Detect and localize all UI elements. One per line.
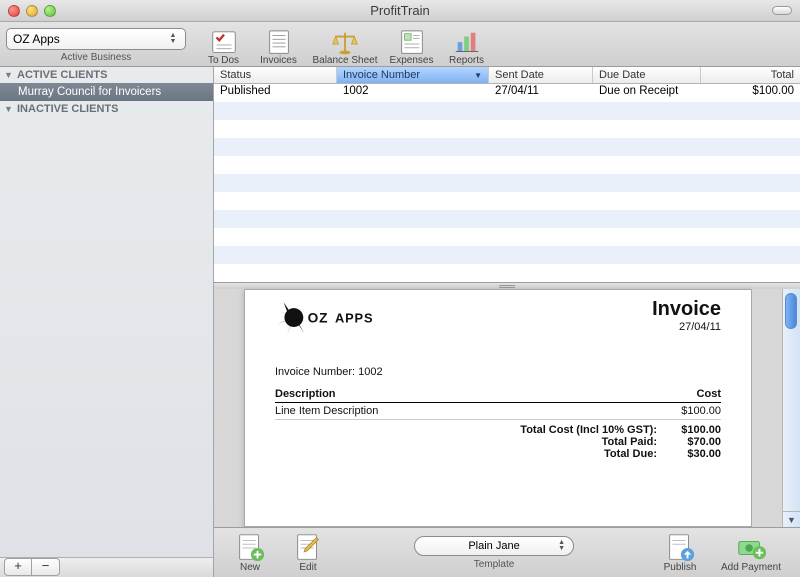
toolbar-todos-button[interactable]: To Dos (196, 24, 251, 66)
remove-client-button[interactable]: − (32, 558, 60, 576)
company-logo: OZ APPS (275, 298, 395, 338)
invoice-preview-page: OZ APPS Invoice 27/04/11 Invoice Number:… (244, 289, 752, 527)
column-header-status[interactable]: Status (214, 67, 337, 83)
svg-text:OZ: OZ (308, 311, 329, 326)
disclosure-triangle-icon: ▼ (4, 70, 14, 80)
toolbar-btn-label: Reports (449, 55, 484, 66)
new-document-icon (234, 532, 266, 562)
invoice-preview-pane: OZ APPS Invoice 27/04/11 Invoice Number:… (214, 289, 800, 527)
svg-text:APPS: APPS (335, 311, 373, 326)
preview-vertical-scrollbar[interactable]: ▼ (782, 289, 800, 527)
invoice-number-label: Invoice Number: 1002 (275, 366, 721, 378)
expenses-icon (397, 29, 427, 55)
scale-icon (330, 29, 360, 55)
table-row[interactable]: Published 1002 27/04/11 Due on Receipt $… (214, 84, 800, 102)
group-title: INACTIVE CLIENTS (17, 103, 118, 115)
group-title: ACTIVE CLIENTS (17, 69, 107, 81)
sidebar-group-inactive-clients[interactable]: ▼ INACTIVE CLIENTS (0, 101, 213, 117)
active-business-label: Active Business (61, 52, 132, 63)
toolbar-invoices-button[interactable]: Invoices (251, 24, 306, 66)
toolbar-btn-label: To Dos (208, 55, 239, 66)
client-item[interactable]: Murray Council for Invoicers (0, 83, 213, 101)
column-header-due-date[interactable]: Due Date (593, 67, 701, 83)
close-window-button[interactable] (8, 5, 20, 17)
template-select[interactable]: Plain Jane ▲▼ (414, 536, 574, 556)
toolbar-btn-label: Invoices (260, 55, 297, 66)
checklist-icon (209, 29, 239, 55)
edit-document-icon (292, 532, 324, 562)
scrollbar-thumb[interactable] (785, 293, 797, 329)
invoice-date: 27/04/11 (652, 321, 721, 333)
toolbar-btn-label: Expenses (390, 55, 434, 66)
add-client-button[interactable]: + (4, 558, 32, 576)
column-header-total[interactable]: Total (701, 67, 800, 83)
toolbar-btn-label: Balance Sheet (312, 55, 377, 66)
dropdown-caret-icon: ▲▼ (167, 32, 179, 46)
toolbar-reports-button[interactable]: Reports (439, 24, 494, 66)
template-select-label: Template (474, 559, 515, 570)
barchart-icon (452, 29, 482, 55)
active-business-select[interactable]: OZ Apps ▲▼ (6, 28, 186, 50)
client-sidebar: ▼ ACTIVE CLIENTS Murray Council for Invo… (0, 67, 214, 577)
line-item-header-cost: Cost (597, 386, 721, 403)
toolbar-balance-sheet-button[interactable]: Balance Sheet (306, 24, 384, 66)
minimize-window-button[interactable] (26, 5, 38, 17)
invoice-title: Invoice (652, 298, 721, 321)
invoice-icon (264, 29, 294, 55)
invoice-action-bar: New Edit Plain Jane ▲▼ Template (214, 527, 800, 577)
toolbar: OZ Apps ▲▼ Active Business To Dos Invoic… (0, 22, 800, 67)
title-bar: ProfitTrain (0, 0, 800, 22)
scroll-down-button[interactable]: ▼ (783, 511, 800, 527)
new-invoice-button[interactable]: New (224, 532, 276, 573)
column-header-invoice-number[interactable]: Invoice Number ▼ (337, 67, 489, 83)
toolbar-expenses-button[interactable]: Expenses (384, 24, 439, 66)
zoom-window-button[interactable] (44, 5, 56, 17)
column-header-sent-date[interactable]: Sent Date (489, 67, 593, 83)
window-title: ProfitTrain (370, 3, 429, 18)
publish-invoice-button[interactable]: Publish (654, 532, 706, 573)
sidebar-group-active-clients[interactable]: ▼ ACTIVE CLIENTS (0, 67, 213, 83)
edit-invoice-button[interactable]: Edit (282, 532, 334, 573)
publish-icon (664, 532, 696, 562)
line-item-header-desc: Description (275, 386, 597, 403)
toolbar-toggle-button[interactable] (772, 6, 792, 15)
add-payment-button[interactable]: Add Payment (712, 532, 790, 573)
line-item-row: Line Item Description $100.00 (275, 403, 721, 420)
active-business-value: OZ Apps (13, 32, 60, 46)
disclosure-triangle-icon: ▼ (4, 104, 14, 114)
dropdown-caret-icon: ▲▼ (558, 540, 565, 552)
add-payment-icon (735, 532, 767, 562)
sort-descending-icon: ▼ (474, 71, 482, 80)
invoice-table: Status Invoice Number ▼ Sent Date Due Da… (214, 67, 800, 283)
